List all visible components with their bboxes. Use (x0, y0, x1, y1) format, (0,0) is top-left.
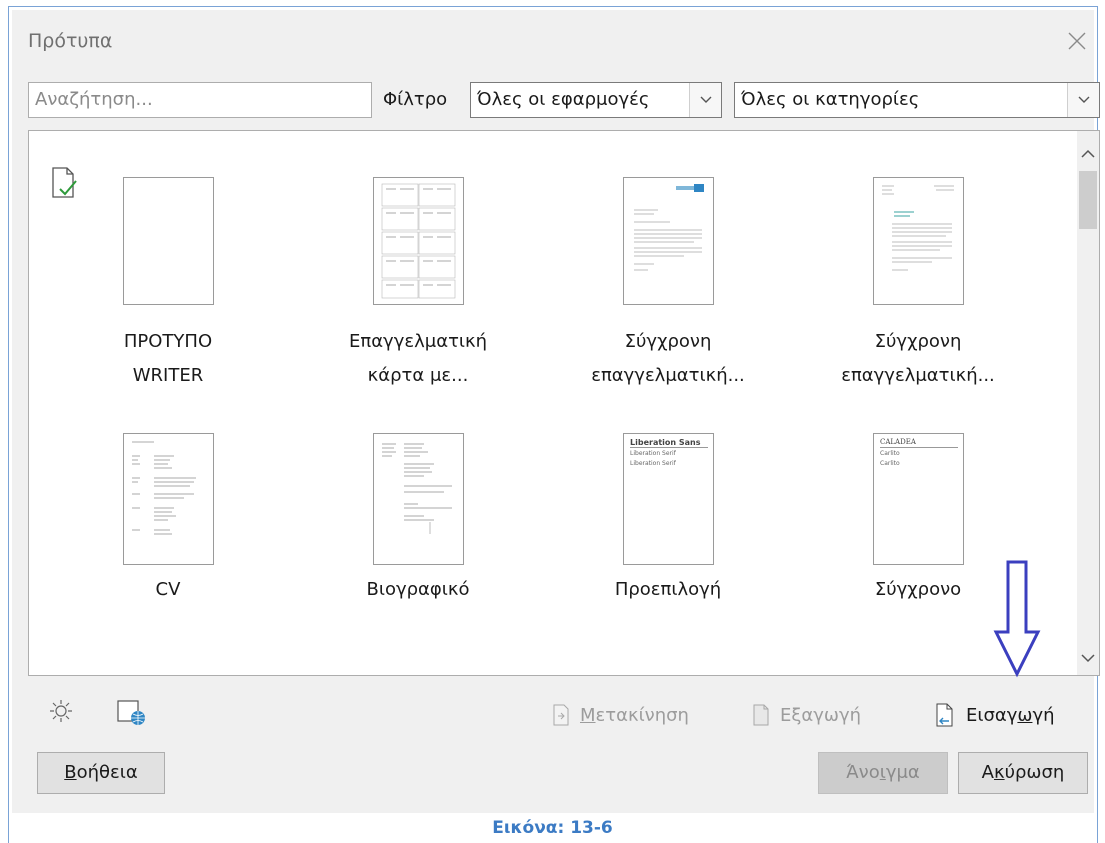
move-label: Μετακίνηση (580, 704, 689, 726)
application-filter-select[interactable]: Όλες οι εφαρμογές (470, 82, 722, 118)
export-label: Εξαγωγή (780, 704, 862, 726)
scrollbar-thumb[interactable] (1079, 171, 1097, 229)
figure-caption: Εικόνα: 13-6 (492, 818, 613, 838)
template-name: Προεπιλογή (614, 579, 722, 600)
template-thumbnail (373, 177, 464, 305)
template-name-line1: Σύγχρονη (624, 331, 712, 352)
filter-label: Φίλτρο (383, 89, 448, 110)
settings-icon[interactable] (48, 698, 74, 728)
move-icon (553, 704, 569, 726)
dialog-title: Πρότυπα (28, 30, 113, 52)
import-button[interactable]: Εισαγωγή (934, 700, 1055, 730)
template-thumbnail: CALADEA Carlito Carlito (873, 433, 964, 565)
template-thumbnail: Liberation Sans Liberation Serif Liberat… (623, 433, 714, 565)
scroll-down-icon[interactable] (1077, 647, 1099, 669)
annotation-arrow-icon (992, 560, 1042, 678)
template-item[interactable]: Επαγγελματική κάρτα με... (293, 177, 543, 417)
close-icon[interactable] (1064, 28, 1090, 54)
template-name-line2: κάρτα με... (367, 365, 469, 386)
vertical-scrollbar[interactable] (1077, 131, 1099, 675)
template-thumbnail (123, 433, 214, 565)
template-item[interactable]: Liberation Sans Liberation Serif Liberat… (543, 433, 793, 633)
move-button[interactable]: Μετακίνηση (552, 700, 689, 730)
category-filter-select[interactable]: Όλες οι κατηγορίες (734, 82, 1100, 118)
template-name: CV (155, 579, 181, 600)
thumbnail-rule (630, 447, 708, 448)
thumbnail-subtext: Carlito (880, 450, 900, 457)
import-label: Εισαγωγή (966, 704, 1055, 726)
import-icon (936, 703, 953, 727)
template-thumbnail (123, 177, 214, 305)
template-item[interactable]: Σύγχρονη επαγγελματική... (543, 177, 793, 417)
template-thumbnail (373, 433, 464, 565)
template-name-line1: ΠΡΟΤΥΠΟ (123, 331, 213, 352)
chevron-down-icon[interactable] (1067, 83, 1099, 117)
thumbnail-subtext: Carlito (880, 460, 900, 467)
thumbnail-subtext: Liberation Serif (630, 450, 676, 457)
template-item[interactable]: Σύγχρονη επαγγελματική... (793, 177, 1043, 417)
template-item[interactable]: Βιογραφικό (293, 433, 543, 633)
thumbnail-subtext: Liberation Serif (630, 460, 676, 467)
template-name-line2: επαγγελματική... (841, 365, 995, 386)
thumbnail-heading: Liberation Sans (630, 438, 701, 447)
chevron-down-icon[interactable] (689, 83, 721, 117)
online-repository-icon[interactable] (116, 698, 148, 730)
templates-dialog: Πρότυπα Αναζήτηση... Φίλτρο Όλες οι εφαρ… (12, 10, 1100, 813)
template-name-line2: επαγγελματική... (591, 365, 745, 386)
help-button[interactable]: Βοήθεια (37, 752, 165, 794)
search-input[interactable]: Αναζήτηση... (28, 82, 372, 118)
template-item[interactable]: ΠΡΟΤΥΠΟ WRITER (43, 177, 293, 417)
cancel-button[interactable]: Ακύρωση (958, 752, 1088, 794)
template-name-line2: WRITER (132, 365, 204, 386)
export-button[interactable]: Εξαγωγή (752, 700, 861, 730)
template-name-line1: Επαγγελματική (348, 331, 488, 352)
export-icon (753, 704, 769, 726)
template-name-line1: Σύγχρονη (874, 331, 962, 352)
template-item[interactable]: CV (43, 433, 293, 633)
application-filter-value: Όλες οι εφαρμογές (477, 89, 650, 110)
template-grid[interactable]: ΠΡΟΤΥΠΟ WRITER Επαγγελματική κάρτα με...… (28, 130, 1100, 676)
template-thumbnail (623, 177, 714, 305)
category-filter-value: Όλες οι κατηγορίες (741, 89, 920, 110)
thumbnail-rule (880, 447, 958, 448)
scroll-up-icon[interactable] (1077, 143, 1099, 165)
template-name: Βιογραφικό (366, 579, 470, 600)
open-button[interactable]: Άνοιγμα (818, 752, 948, 794)
template-thumbnail (873, 177, 964, 305)
thumbnail-heading: CALADEA (880, 438, 916, 446)
